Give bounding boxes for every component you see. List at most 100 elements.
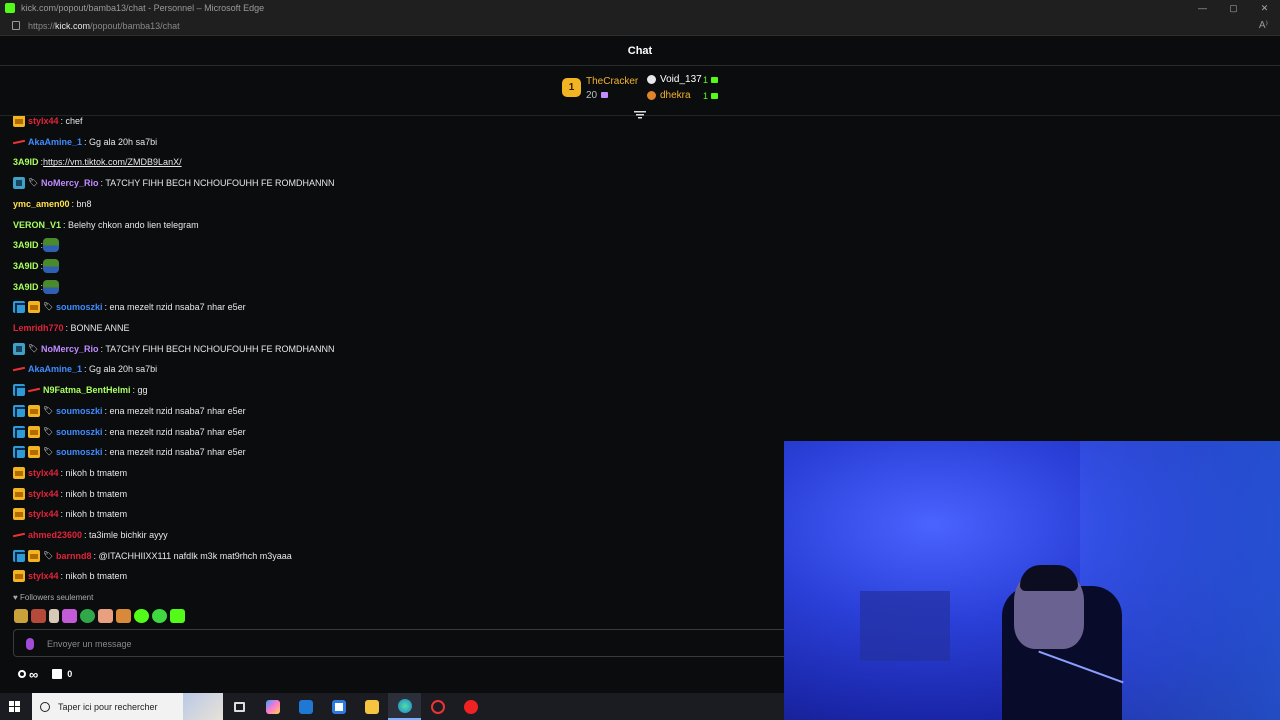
gifter-badge-icon: 🏷 bbox=[28, 178, 39, 188]
store-icon bbox=[331, 699, 346, 714]
chat-messages[interactable]: stylx44: chef AkaAmine_1: Gg ala 20h sa7b… bbox=[0, 116, 784, 589]
message-username[interactable]: ahmed23600 bbox=[28, 530, 82, 540]
crown-badge-icon bbox=[13, 570, 25, 583]
chat-header: Chat bbox=[0, 37, 1280, 66]
emote-hand-icon[interactable] bbox=[49, 609, 59, 623]
window-controls: — ▢ ✕ bbox=[1187, 0, 1280, 16]
chat-message: stylx44: nikoh b tmatem bbox=[13, 506, 127, 522]
message-username[interactable]: barnnd8 bbox=[56, 551, 92, 561]
taskbar-search[interactable]: Taper ici pour rechercher bbox=[32, 693, 223, 720]
leader-3-name[interactable]: dhekra bbox=[660, 90, 691, 101]
outlook-icon bbox=[298, 699, 313, 714]
emote-point-icon[interactable] bbox=[98, 609, 113, 623]
message-text: : ena mezelt nzid nsaba7 nhar e5er bbox=[104, 302, 246, 313]
chat-message: ahmed23600: ta3imle bichkir ayyy bbox=[13, 527, 168, 543]
gifter-badge-icon: 🏷 bbox=[43, 550, 54, 560]
start-button[interactable] bbox=[0, 693, 28, 720]
emote-food-icon[interactable] bbox=[116, 609, 131, 623]
taskbar-app-red[interactable] bbox=[421, 693, 454, 720]
message-username[interactable]: ymc_amen00 bbox=[13, 199, 70, 209]
message-username[interactable]: stylx44 bbox=[28, 509, 59, 519]
sword-badge-icon bbox=[28, 387, 40, 393]
message-username[interactable]: soumoszki bbox=[56, 427, 103, 437]
message-username[interactable]: stylx44 bbox=[28, 468, 59, 478]
maximize-icon[interactable]: ▢ bbox=[1218, 0, 1249, 16]
message-input-wrapper bbox=[13, 629, 784, 657]
taskbar-store[interactable] bbox=[322, 693, 355, 720]
emote-face-icon[interactable] bbox=[31, 609, 46, 623]
message-username[interactable]: 3A9ID bbox=[13, 261, 39, 271]
emote-bar bbox=[14, 608, 185, 624]
message-text: : nikoh b tmatem bbox=[60, 571, 128, 582]
task-view-button[interactable] bbox=[223, 693, 256, 720]
message-username[interactable]: 3A9ID bbox=[13, 157, 39, 167]
rank-2-icon bbox=[647, 75, 656, 84]
points-icon[interactable] bbox=[18, 670, 26, 678]
minimize-icon[interactable]: — bbox=[1187, 0, 1218, 16]
taskbar-outlook[interactable] bbox=[289, 693, 322, 720]
message-link[interactable]: https://vm.tiktok.com/ZMDB9LanX/ bbox=[43, 157, 182, 167]
emote-kick-frog-icon[interactable] bbox=[170, 609, 185, 623]
message-text: : Gg ala 20h sa7bi bbox=[84, 136, 158, 147]
url-field[interactable]: https://kick.com/popout/bamba13/chat bbox=[28, 21, 180, 31]
taskbar-edge[interactable] bbox=[388, 693, 421, 720]
message-username[interactable]: NoMercy_Rio bbox=[41, 178, 99, 188]
message-text: : BONNE ANNE bbox=[65, 323, 130, 333]
gift-box-icon[interactable] bbox=[52, 669, 63, 679]
gifter-badge-icon: 🏷 bbox=[43, 426, 54, 436]
leader-1-count: 20 bbox=[586, 90, 609, 101]
read-aloud-icon[interactable]: A⁾ bbox=[1259, 20, 1268, 31]
message-input[interactable] bbox=[47, 634, 747, 653]
pepe-emote-icon bbox=[43, 238, 60, 253]
gift-icon bbox=[711, 77, 718, 83]
emote-kick-sad-icon[interactable] bbox=[152, 609, 167, 623]
message-username[interactable]: VERON_V1 bbox=[13, 220, 61, 230]
emote-picker-icon[interactable] bbox=[26, 638, 34, 650]
vip-badge-icon bbox=[13, 404, 25, 417]
close-icon[interactable]: ✕ bbox=[1249, 0, 1280, 16]
leader-3-count: 1 bbox=[703, 91, 709, 101]
emote-kick-smile-icon[interactable] bbox=[134, 609, 149, 623]
message-username[interactable]: soumoszki bbox=[56, 447, 103, 457]
emote-crown-icon[interactable] bbox=[14, 609, 28, 623]
taskbar-copilot[interactable] bbox=[256, 693, 289, 720]
message-username[interactable]: soumoszki bbox=[56, 302, 103, 312]
crown-badge-icon bbox=[28, 446, 40, 459]
message-username[interactable]: stylx44 bbox=[28, 489, 59, 499]
message-username[interactable]: AkaAmine_1 bbox=[28, 364, 82, 374]
message-username[interactable]: 3A9ID bbox=[13, 282, 39, 292]
gifter-badge-icon: 🏷 bbox=[28, 343, 39, 353]
url-prefix: https:// bbox=[28, 20, 56, 31]
emote-bow-icon[interactable] bbox=[62, 609, 77, 623]
pepe-emote-icon bbox=[43, 258, 60, 273]
rank-3-icon bbox=[647, 91, 656, 100]
taskbar-app-youtube[interactable] bbox=[454, 693, 487, 720]
leader-1-name[interactable]: TheCracker bbox=[586, 76, 638, 87]
message-username[interactable]: N9Fatma_BentHelmi bbox=[43, 385, 131, 395]
url-domain: kick.com bbox=[55, 20, 91, 31]
lock-icon[interactable] bbox=[12, 21, 20, 30]
message-username[interactable]: Lemridh770 bbox=[13, 323, 64, 333]
kick-favicon-icon bbox=[5, 3, 15, 13]
message-text: : nikoh b tmatem bbox=[60, 488, 128, 499]
message-username[interactable]: soumoszki bbox=[56, 406, 103, 416]
crown-badge-icon bbox=[13, 508, 25, 521]
message-username[interactable]: stylx44 bbox=[28, 116, 59, 126]
chat-message: stylx44: nikoh b tmatem bbox=[13, 486, 127, 502]
chat-message: 3A9ID: bbox=[13, 279, 60, 295]
emote-globe-icon[interactable] bbox=[80, 609, 95, 623]
address-bar: https://kick.com/popout/bamba13/chat A⁾ bbox=[0, 16, 1280, 36]
leader-2-name[interactable]: Void_137 bbox=[660, 74, 702, 85]
chat-message: 3A9ID: bbox=[13, 237, 60, 253]
message-username[interactable]: 3A9ID bbox=[13, 240, 39, 250]
message-username[interactable]: stylx44 bbox=[28, 571, 59, 581]
leader-1-count-value: 20 bbox=[586, 90, 598, 101]
message-username[interactable]: NoMercy_Rio bbox=[41, 344, 99, 354]
chat-message: stylx44: nikoh b tmatem bbox=[13, 465, 127, 481]
message-text: : ta3imle bichkir ayyy bbox=[84, 530, 168, 540]
message-username[interactable]: AkaAmine_1 bbox=[28, 137, 82, 147]
message-text: : ena mezelt nzid nsaba7 nhar e5er bbox=[104, 447, 246, 458]
copilot-icon bbox=[265, 699, 280, 714]
taskbar-explorer[interactable] bbox=[355, 693, 388, 720]
crown-badge-icon bbox=[28, 301, 40, 314]
